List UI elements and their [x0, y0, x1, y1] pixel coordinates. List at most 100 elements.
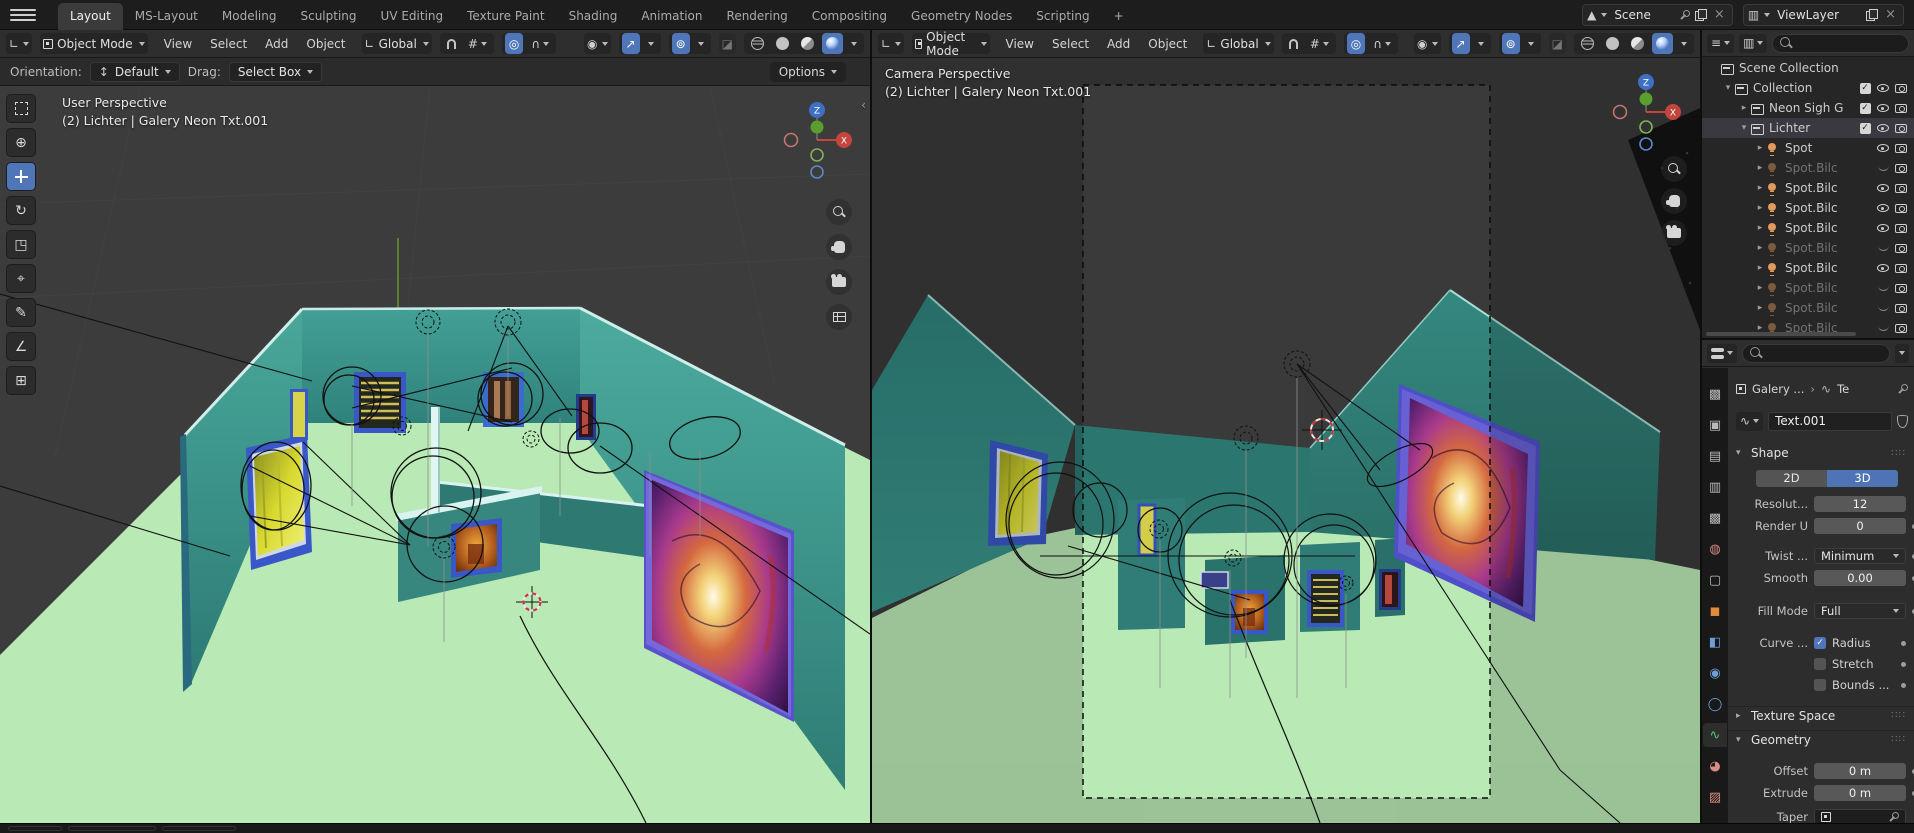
visibility-eye-icon[interactable] [1874, 325, 1892, 331]
visibility-eye-icon[interactable] [1874, 264, 1892, 272]
fake-user-shield-icon[interactable] [1897, 415, 1908, 428]
transform-tool-button[interactable]: ⌖ [6, 264, 36, 293]
workspace-tab[interactable]: Shading [557, 3, 630, 30]
properties-tab-material[interactable]: ◕ [1703, 754, 1727, 778]
disclosure-triangle[interactable]: ▸ [1738, 103, 1750, 113]
shading-solid-button[interactable] [772, 33, 793, 54]
viewport-menu[interactable]: View [156, 34, 200, 54]
proportional-falloff[interactable]: ∩ [1369, 33, 1395, 54]
shading-material-button[interactable] [1627, 33, 1648, 54]
properties-options-button[interactable] [1895, 344, 1909, 363]
overlays-settings[interactable] [694, 33, 708, 54]
workspace-tab[interactable]: + [1102, 3, 1136, 30]
properties-tab-physics[interactable]: ◉ [1703, 661, 1727, 685]
outliner-row[interactable]: Scene Collection ✓ [1702, 58, 1914, 78]
properties-tab-world[interactable]: ◍ [1703, 537, 1727, 561]
properties-tab-collection[interactable]: ▢ [1703, 568, 1727, 592]
transform-orientation-selector[interactable]: ∟Global [362, 33, 432, 54]
outliner-row[interactable]: ▸ Neon Sigh G ✓ [1702, 98, 1914, 118]
properties-tab-object[interactable]: ◼ [1703, 599, 1727, 623]
editor-type-button[interactable]: ∟ [878, 33, 904, 54]
workspace-tab[interactable]: Scripting [1024, 3, 1101, 30]
render-visibility-camera-icon[interactable] [1892, 84, 1910, 93]
properties-tab-texture[interactable]: ▨ [1703, 785, 1727, 809]
show-gizmo-toggle[interactable]: ↗ [1452, 33, 1470, 54]
render-visibility-camera-icon[interactable] [1892, 324, 1910, 333]
visibility-dropdown[interactable]: ◉ [1414, 33, 1440, 54]
shading-rendered-button[interactable] [822, 33, 843, 54]
outliner-row[interactable]: ▸ Spot.Bilc ✓ [1702, 258, 1914, 278]
offset-field[interactable]: 0 m [1814, 763, 1906, 779]
outliner-row[interactable]: ▾ Lichter ✓ [1702, 118, 1914, 138]
extrude-field[interactable]: 0 m [1814, 785, 1906, 801]
proportional-falloff[interactable]: ∩ [527, 33, 553, 54]
zoom-icon[interactable] [1661, 156, 1687, 182]
panel-grip-icon[interactable]: ∷∷ [1891, 710, 1906, 721]
annotate-tool-button[interactable]: ✎ [6, 298, 36, 327]
outliner-row[interactable]: ▸ Spot.Bilc ✓ [1702, 278, 1914, 298]
select-box-tool-button[interactable] [6, 94, 36, 123]
workspace-tab[interactable]: MS-Layout [123, 3, 210, 30]
render-visibility-camera-icon[interactable] [1892, 164, 1910, 173]
view-layer-selector[interactable]: ▥ ViewLayer × [1743, 4, 1904, 26]
render-visibility-camera-icon[interactable] [1892, 144, 1910, 153]
drag-setting-dropdown[interactable]: Select Box [229, 62, 322, 82]
xray-toggle[interactable]: ◪ [719, 33, 736, 54]
texture-space-panel-header[interactable]: ▸ Texture Space ∷∷ [1728, 706, 1914, 724]
pan-hand-icon[interactable] [1661, 188, 1687, 214]
proportional-edit-toggle[interactable]: ◎ [505, 33, 523, 54]
workspace-tab[interactable]: UV Editing [369, 3, 456, 30]
properties-tab-view-layer[interactable]: ▥ [1703, 475, 1727, 499]
properties-tab-constraints[interactable]: ◯ [1703, 692, 1727, 716]
rotate-tool-button[interactable]: ↻ [6, 196, 36, 225]
disclosure-triangle[interactable]: ▸ [1754, 143, 1766, 153]
disclosure-triangle[interactable]: ▾ [1738, 123, 1750, 133]
render-visibility-camera-icon[interactable] [1892, 224, 1910, 233]
visibility-eye-icon[interactable] [1874, 104, 1892, 112]
animate-dot[interactable] [1901, 662, 1906, 667]
disclosure-triangle[interactable]: ▸ [1754, 163, 1766, 173]
viewport-menu[interactable]: Object [1140, 34, 1195, 54]
render-visibility-camera-icon[interactable] [1892, 244, 1910, 253]
outliner-row[interactable]: ▸ Spot ✓ [1702, 138, 1914, 158]
workspace-tab[interactable]: Modeling [210, 3, 289, 30]
disclosure-triangle[interactable]: ▸ [1754, 223, 1766, 233]
viewport-menu[interactable]: View [998, 34, 1042, 54]
selectability-checkbox[interactable]: ✓ [1856, 123, 1874, 134]
visibility-dropdown[interactable]: ◉ [584, 33, 610, 54]
render-visibility-camera-icon[interactable] [1892, 284, 1910, 293]
snap-settings[interactable]: # [1306, 33, 1333, 54]
datablock-type-button[interactable]: ∿ [1736, 412, 1763, 431]
selectability-checkbox[interactable]: ✓ [1856, 83, 1874, 94]
properties-tab-output[interactable]: ▤ [1703, 444, 1727, 468]
render-u-field[interactable]: 0 [1814, 518, 1906, 534]
transform-orientation-selector[interactable]: ∟Global [1203, 33, 1273, 54]
shading-wireframe-button[interactable] [747, 33, 768, 54]
visibility-eye-icon[interactable] [1874, 224, 1892, 232]
viewport-menu[interactable]: Select [1044, 34, 1097, 54]
xray-toggle[interactable]: ◪ [1549, 33, 1566, 54]
fill-mode-dropdown[interactable]: Full [1814, 603, 1906, 619]
properties-tab-modifiers[interactable]: ◧ [1703, 630, 1727, 654]
show-overlays-toggle[interactable]: ⊚ [1502, 33, 1520, 54]
disclosure-triangle[interactable]: ▸ [1754, 263, 1766, 273]
eyedropper-icon[interactable] [1887, 811, 1899, 823]
radius-checkbox[interactable]: ✓ [1814, 637, 1826, 649]
animate-dot[interactable] [1901, 641, 1906, 646]
breadcrumb-object[interactable]: Galery ... [1752, 382, 1804, 396]
unlink-icon[interactable]: × [1882, 7, 1899, 22]
disclosure-triangle[interactable]: ▸ [1754, 283, 1766, 293]
disclosure-triangle[interactable]: ▾ [1722, 83, 1734, 93]
viewport-menu[interactable]: Add [1099, 34, 1138, 54]
properties-editor-type-button[interactable] [1707, 344, 1737, 363]
shading-settings[interactable] [847, 33, 861, 54]
mode-selector[interactable]: Object Mode [40, 33, 148, 54]
navigation-gizmo[interactable]: Z X [1611, 70, 1681, 154]
add-cube-tool-button[interactable]: ⊞ [6, 366, 36, 395]
outliner-row[interactable]: ▾ Collection ✓ [1702, 78, 1914, 98]
gizmo-settings[interactable] [1474, 33, 1488, 54]
render-visibility-camera-icon[interactable] [1892, 264, 1910, 273]
show-gizmo-toggle[interactable]: ↗ [622, 33, 640, 54]
shading-settings[interactable] [1677, 33, 1691, 54]
outliner-row[interactable]: ▸ Spot.Bilc ✓ [1702, 158, 1914, 178]
